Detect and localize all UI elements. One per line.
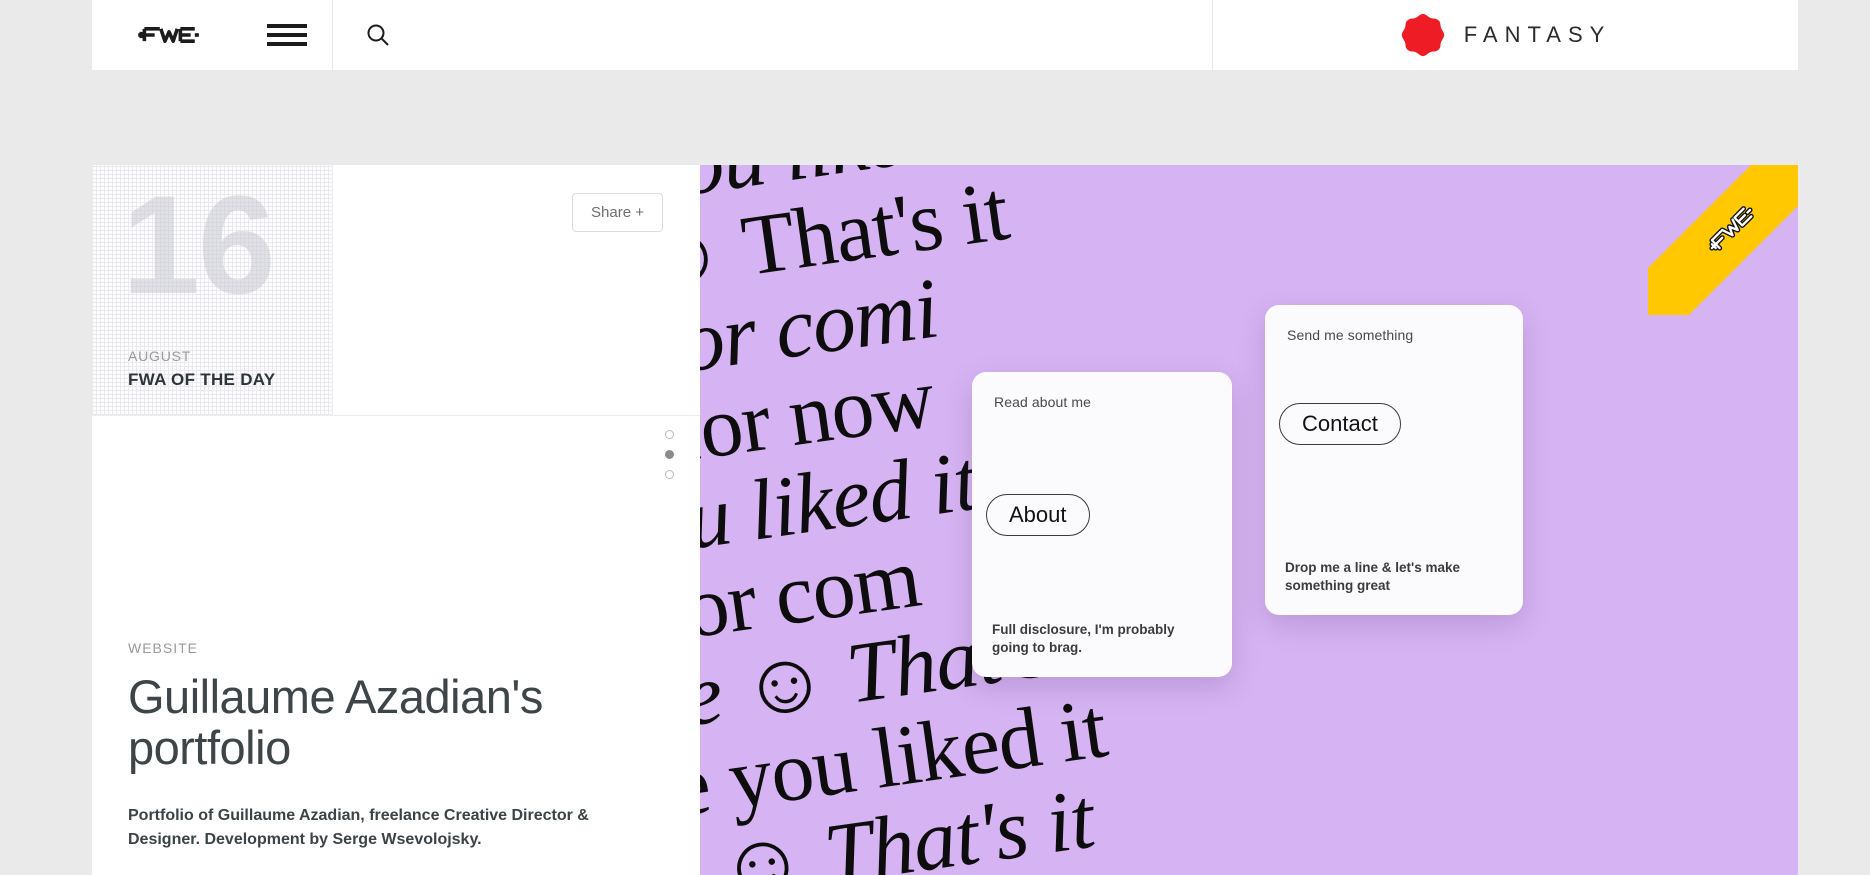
site-header: FANTASY <box>92 0 1798 70</box>
award-day-number: 16 <box>122 166 276 323</box>
card-bottom-label: Full disclosure, I'm probably going to b… <box>992 621 1175 655</box>
fantasy-star-mark-icon <box>1401 13 1444 57</box>
carousel-dots[interactable] <box>665 430 674 479</box>
award-month: AUGUST <box>128 348 192 364</box>
card-top-label: Send me something <box>1287 327 1414 343</box>
entry-info-panel: 16 AUGUST FWA OF THE DAY Share + WEBSITE… <box>92 165 700 875</box>
about-button[interactable]: About <box>986 494 1090 536</box>
search-field-area[interactable] <box>422 0 1213 70</box>
main-content: 16 AUGUST FWA OF THE DAY Share + WEBSITE… <box>92 165 1798 875</box>
award-date-block: 16 AUGUST FWA OF THE DAY <box>92 165 333 415</box>
carousel-dot-2[interactable] <box>665 450 674 459</box>
fwa-logo-icon <box>138 27 199 43</box>
entry-description: Portfolio of Guillaume Azadian, freelanc… <box>128 806 589 849</box>
carousel-dot-1[interactable] <box>665 430 674 439</box>
hero-typography-background: ope you liked it ow ☺ That's it nks for … <box>700 165 1798 875</box>
entry-category: WEBSITE <box>128 640 199 656</box>
card-bottom-label: Drop me a line & let's make something gr… <box>1285 559 1461 593</box>
share-button[interactable]: Share + <box>572 193 663 232</box>
hero-card-about[interactable]: Read about me About Full disclosure, I'm… <box>972 372 1232 677</box>
award-label: FWA OF THE DAY <box>128 370 276 389</box>
search-icon <box>367 24 389 46</box>
entry-title[interactable]: Guillaume Azadian's portfolio <box>128 671 648 774</box>
partner-brand[interactable]: FANTASY <box>1213 0 1798 70</box>
fwa-ribbon-logo-icon <box>1709 206 1754 251</box>
hero-card-contact[interactable]: Send me something Contact Drop me a line… <box>1265 305 1523 615</box>
menu-button[interactable] <box>242 0 332 70</box>
fwa-home-link[interactable] <box>92 0 242 70</box>
hamburger-menu-icon[interactable] <box>267 24 307 46</box>
fwa-award-ribbon <box>1648 165 1798 315</box>
card-top-label: Read about me <box>994 394 1092 410</box>
carousel-dot-3[interactable] <box>665 470 674 479</box>
ribbon-band <box>1648 165 1798 315</box>
search-button[interactable] <box>332 0 422 70</box>
entry-hero-image[interactable]: ope you liked it ow ☺ That's it nks for … <box>700 165 1798 875</box>
contact-button[interactable]: Contact <box>1279 403 1401 445</box>
entry-meta: WEBSITE Guillaume Azadian's portfolio Po… <box>128 640 648 853</box>
panel-divider <box>92 415 700 416</box>
fantasy-wordmark: FANTASY <box>1463 22 1612 47</box>
